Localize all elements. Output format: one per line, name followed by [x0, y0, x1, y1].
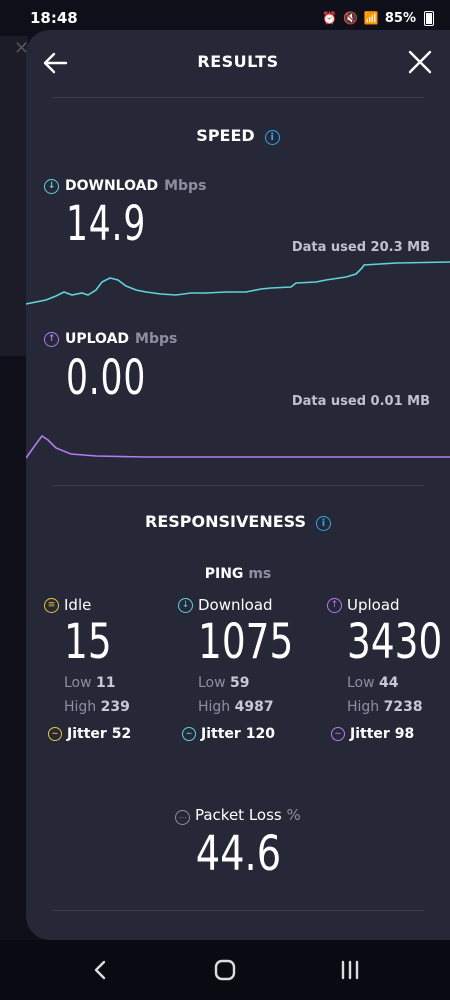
high-label: High [347, 699, 380, 715]
ping-upload-value: 3430 [347, 614, 443, 670]
low-label: Low [198, 675, 226, 691]
status-icons: ⏰ 🔇 📶 85% [322, 10, 434, 26]
responsiveness-section-title: RESPONSIVENESS i [26, 512, 450, 531]
packet-loss-label-text: Packet Loss [194, 806, 282, 824]
jitter-icon: ~ [182, 727, 196, 741]
responsiveness-title-text: RESPONSIVENESS [145, 512, 306, 531]
responsiveness-info-icon[interactable]: i [315, 516, 331, 531]
upload-arrow-icon: ↑ [327, 597, 342, 613]
low-value: 11 [96, 675, 116, 691]
packet-loss-label: ⋯ Packet Loss % [26, 806, 450, 825]
download-label-text: DOWNLOAD [65, 178, 159, 194]
jitter-label: Jitter [67, 726, 107, 742]
download-arrow-icon: ↓ [178, 597, 193, 613]
packet-loss-unit: % [286, 806, 301, 824]
ping-upload-high: High 7238 [347, 699, 423, 715]
ping-unit: ms [248, 566, 272, 582]
high-value: 7238 [383, 699, 423, 715]
ping-download-low: Low 59 [198, 675, 250, 691]
low-value: 44 [379, 675, 399, 691]
nav-back-icon[interactable] [80, 956, 120, 984]
ping-idle-jitter: ~ Jitter 52 [48, 726, 131, 742]
jitter-icon: ~ [48, 727, 62, 741]
packet-loss-value: 44.6 [26, 826, 450, 882]
idle-label-text: Idle [64, 596, 92, 614]
nav-home-icon[interactable] [205, 956, 245, 984]
ping-label: PING [204, 566, 244, 582]
ping-download-label: ↓ Download [178, 596, 273, 614]
status-time: 18:48 [30, 9, 78, 27]
ping-upload-label: ↑ Upload [327, 596, 400, 614]
high-label: High [198, 699, 231, 715]
jitter-value: 52 [111, 726, 132, 742]
download-arrow-icon: ↓ [44, 178, 59, 194]
divider [52, 910, 424, 911]
jitter-value: 98 [394, 726, 415, 742]
ping-download-high: High 4987 [198, 699, 274, 715]
divider [52, 97, 424, 98]
battery-icon [424, 10, 434, 26]
download-label: ↓ DOWNLOAD Mbps [44, 178, 206, 194]
upload-label: ↑ UPLOAD Mbps [44, 331, 177, 347]
ping-idle-value: 15 [64, 614, 112, 670]
jitter-icon: ~ [331, 727, 345, 741]
idle-icon: ≡ [44, 597, 59, 613]
ping-download-value: 1075 [198, 614, 294, 670]
divider [52, 485, 424, 486]
results-panel: RESULTS SPEED i ↓ DOWNLOAD Mbps 14.9 Data… [26, 30, 450, 940]
ping-upload-low: Low 44 [347, 675, 399, 691]
high-value: 4987 [234, 699, 274, 715]
wifi-icon: 📶 [363, 11, 379, 25]
high-label: High [64, 699, 97, 715]
nav-recents-icon[interactable] [330, 956, 370, 984]
ping-download-jitter: ~ Jitter 120 [182, 726, 275, 742]
download-label-text: Download [198, 596, 273, 614]
low-label: Low [64, 675, 92, 691]
upload-graph [26, 434, 450, 459]
upload-unit: Mbps [135, 331, 178, 347]
jitter-label: Jitter [350, 726, 390, 742]
battery-text: 85% [384, 10, 416, 26]
close-icon[interactable] [406, 48, 434, 76]
jitter-label: Jitter [201, 726, 241, 742]
background-app [0, 36, 28, 356]
upload-arrow-icon: ↑ [44, 331, 59, 347]
speed-info-icon[interactable]: i [264, 130, 280, 145]
low-label: Low [347, 675, 375, 691]
high-value: 239 [100, 699, 130, 715]
ping-idle-high: High 239 [64, 699, 130, 715]
packet-loss-value-text: 44.6 [195, 826, 281, 882]
alarm-icon: ⏰ [322, 11, 337, 25]
download-unit: Mbps [164, 178, 207, 194]
jitter-value: 120 [245, 726, 276, 742]
ping-idle-label: ≡ Idle [44, 596, 91, 614]
speed-title-text: SPEED [196, 126, 255, 145]
results-header: RESULTS [26, 30, 450, 94]
upload-label-text: UPLOAD [65, 331, 130, 347]
page-title: RESULTS [197, 52, 279, 71]
download-graph [26, 261, 450, 305]
speed-section-title: SPEED i [26, 126, 450, 145]
mute-icon: 🔇 [342, 11, 358, 25]
ping-idle-low: Low 11 [64, 675, 116, 691]
ping-title: PING ms [26, 566, 450, 582]
packet-loss-icon: ⋯ [175, 810, 191, 825]
upload-data-used: Data used 0.01 MB [291, 394, 430, 409]
upload-label-text: Upload [347, 596, 400, 614]
system-navigation-bar [0, 940, 450, 1000]
download-speed-value: 14.9 [66, 196, 147, 252]
ping-upload-jitter: ~ Jitter 98 [331, 726, 414, 742]
low-value: 59 [230, 675, 250, 691]
upload-speed-value: 0.00 [66, 350, 147, 406]
